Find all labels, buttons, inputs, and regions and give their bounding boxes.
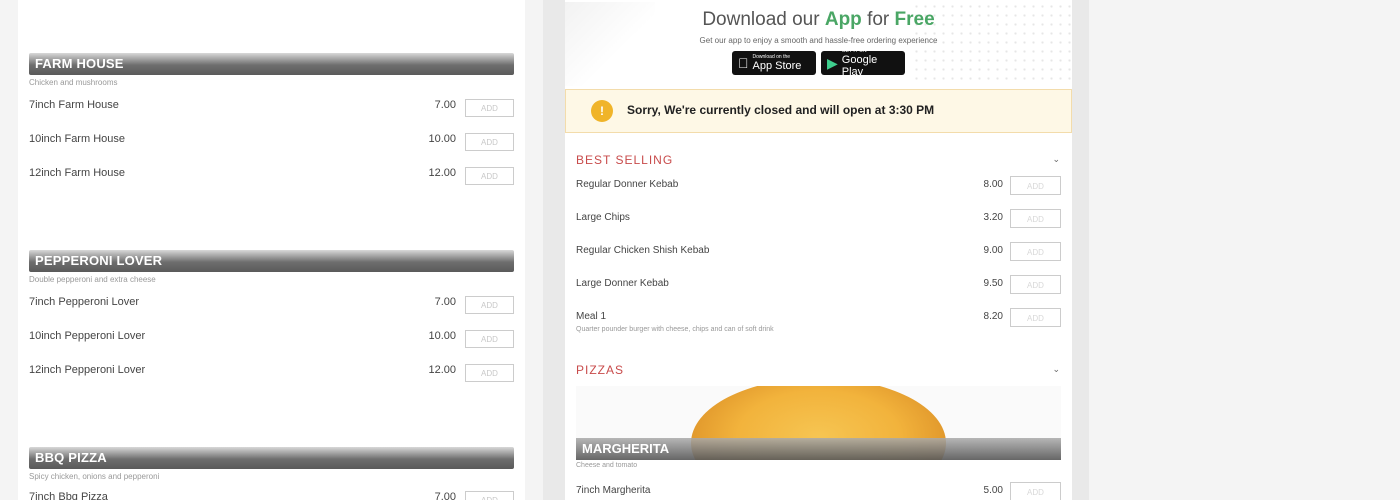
google-play-button[interactable]: ▶ GET IT ON Google Play (821, 48, 905, 78)
item-name: 10inch Farm House (29, 133, 125, 145)
google-play-icon: ▶ (827, 54, 838, 71)
category-title: PIZZAS (576, 363, 625, 377)
item-price: 9.00 (983, 245, 1003, 256)
item-name: 7inch Margherita (576, 485, 651, 496)
closed-notice: ! Sorry, We're currently closed and will… (565, 89, 1072, 133)
menu-section: FARM HOUSE Chicken and mushrooms 7inch F… (29, 53, 514, 192)
add-button[interactable]: ADD (465, 330, 514, 348)
item-name: 12inch Pepperoni Lover (29, 364, 146, 376)
menu-item: 7inch Margherita 5.00 ADD (576, 480, 1061, 500)
item-name: 12inch Farm House (29, 167, 125, 179)
add-button[interactable]: ADD (1010, 275, 1061, 294)
menu-item: 7inch Pepperoni Lover 7.00 ADD (29, 287, 514, 321)
apple-icon:  (738, 55, 749, 71)
add-button[interactable]: ADD (465, 296, 514, 314)
menu-section: BBQ PIZZA Spicy chicken, onions and pepp… (29, 447, 514, 500)
menu-right-column: Download our App for Free Get our app to… (565, 0, 1072, 500)
section-description: Spicy chicken, onions and pepperoni (29, 472, 160, 481)
menu-item: Regular Donner Kebab 8.00 ADD (576, 174, 1061, 207)
menu-item: 12inch Pepperoni Lover 12.00 ADD (29, 355, 514, 389)
item-name: 7inch Pepperoni Lover (29, 296, 140, 308)
category-pizzas: PIZZAS ⌄ MARGHERITA Cheese and tomato 7i… (565, 354, 1072, 500)
item-price: 12.00 (428, 167, 456, 179)
add-button[interactable]: ADD (1010, 242, 1061, 261)
section-title: BBQ PIZZA (29, 447, 514, 469)
category-header[interactable]: BEST SELLING ⌄ (565, 144, 1072, 174)
add-button[interactable]: ADD (465, 133, 514, 151)
menu-item: Regular Chicken Shish Kebab 9.00 ADD (576, 240, 1061, 273)
menu-item: 10inch Farm House 10.00 ADD (29, 124, 514, 158)
item-price: 8.00 (983, 179, 1003, 190)
item-name: Regular Donner Kebab (576, 179, 679, 190)
item-price: 8.20 (983, 311, 1003, 322)
item-name: Meal 1 (576, 311, 607, 322)
section-title: PEPPERONI LOVER (29, 250, 514, 272)
add-button[interactable]: ADD (465, 364, 514, 382)
section-description: Cheese and tomato (576, 462, 638, 469)
item-price: 5.00 (983, 485, 1003, 496)
item-price: 3.20 (983, 212, 1003, 223)
banner-title: Download our App for Free (702, 9, 935, 30)
section-description: Chicken and mushrooms (29, 78, 118, 87)
item-description: Quarter pounder burger with cheese, chip… (576, 326, 774, 333)
item-price: 7.00 (434, 99, 456, 111)
item-name: Large Chips (576, 212, 630, 223)
chevron-down-icon[interactable]: ⌄ (1052, 154, 1060, 165)
add-button[interactable]: ADD (465, 99, 514, 117)
menu-item: Large Donner Kebab 9.50 ADD (576, 273, 1061, 306)
add-button[interactable]: ADD (1010, 176, 1061, 195)
section-description: Double pepperoni and extra cheese (29, 275, 156, 284)
menu-item: 10inch Pepperoni Lover 10.00 ADD (29, 321, 514, 355)
add-button[interactable]: ADD (465, 167, 514, 185)
category-header[interactable]: PIZZAS ⌄ (565, 354, 1072, 384)
item-price: 7.00 (434, 296, 456, 308)
menu-item: Large Chips 3.20 ADD (576, 207, 1061, 240)
item-price: 7.00 (434, 491, 456, 500)
app-store-button[interactable]:  Download on the App Store (732, 51, 816, 75)
menu-item: Meal 1 Quarter pounder burger with chees… (576, 306, 1061, 339)
item-price: 12.00 (428, 364, 456, 376)
item-price: 10.00 (428, 330, 456, 342)
category-title: BEST SELLING (576, 153, 674, 167)
add-button[interactable]: ADD (1010, 482, 1061, 500)
menu-left-column: FARM HOUSE Chicken and mushrooms 7inch F… (18, 0, 525, 500)
item-name: Large Donner Kebab (576, 278, 669, 289)
item-name: 10inch Pepperoni Lover (29, 330, 146, 342)
warning-icon: ! (591, 100, 613, 122)
add-button[interactable]: ADD (1010, 308, 1061, 327)
closed-notice-text: Sorry, We're currently closed and will o… (627, 103, 935, 117)
add-button[interactable]: ADD (1010, 209, 1061, 228)
app-download-banner: Download our App for Free Get our app to… (565, 2, 1072, 86)
menu-item: 7inch Farm House 7.00 ADD (29, 90, 514, 124)
item-price: 9.50 (983, 278, 1003, 289)
section-title: MARGHERITA (576, 438, 1061, 460)
menu-item: 7inch Bbq Pizza 7.00 ADD (29, 484, 514, 500)
menu-item: 12inch Farm House 12.00 ADD (29, 158, 514, 192)
item-name: 7inch Bbq Pizza (29, 491, 108, 500)
chevron-down-icon[interactable]: ⌄ (1052, 364, 1060, 375)
add-button[interactable]: ADD (465, 491, 514, 500)
item-name: 7inch Farm House (29, 99, 119, 111)
category-best-selling: BEST SELLING ⌄ Regular Donner Kebab 8.00… (565, 144, 1072, 349)
section-title: FARM HOUSE (29, 53, 514, 75)
item-price: 10.00 (428, 133, 456, 145)
item-name: Regular Chicken Shish Kebab (576, 245, 710, 256)
banner-subtitle: Get our app to enjoy a smooth and hassle… (699, 36, 938, 45)
menu-section: PEPPERONI LOVER Double pepperoni and ext… (29, 250, 514, 389)
